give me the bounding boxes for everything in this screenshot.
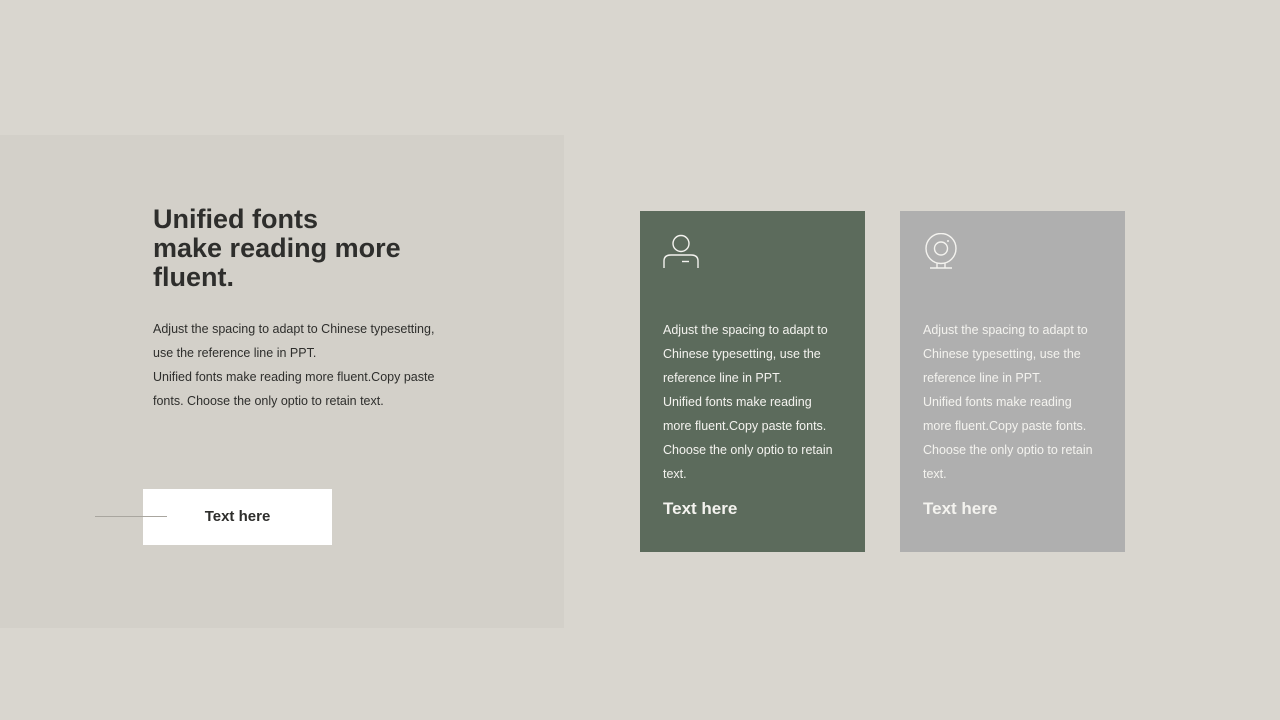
card-line: Unified fonts make reading [923, 395, 1072, 409]
text-here-button[interactable]: Text here [143, 489, 332, 545]
card-line: Chinese typesetting, use the [663, 347, 821, 361]
headline: Unified fonts make reading more fluent. [153, 205, 473, 292]
user-icon [663, 234, 699, 268]
intro-line-4: fonts. Choose the only optio to retain t… [153, 394, 384, 408]
card-line: Choose the only optio to retain [923, 443, 1093, 457]
card-line: more fluent.Copy paste fonts. [663, 419, 827, 433]
card-line: Chinese typesetting, use the [923, 347, 1081, 361]
card-title: Text here [923, 499, 998, 518]
card-line: Adjust the spacing to adapt to [663, 323, 828, 337]
intro-line-1: Adjust the spacing to adapt to Chinese t… [153, 322, 435, 336]
card-line: more fluent.Copy paste fonts. [923, 419, 1087, 433]
headline-line-2: make reading more [153, 233, 401, 263]
card-line: Choose the only optio to retain [663, 443, 833, 457]
webcam-icon [925, 233, 957, 269]
connector-line [95, 516, 167, 517]
card-description: Adjust the spacing to adapt to Chinese t… [663, 318, 843, 486]
feature-card-webcam: Adjust the spacing to adapt to Chinese t… [900, 211, 1125, 552]
headline-line-3: fluent. [153, 262, 234, 292]
card-line: text. [923, 467, 947, 481]
intro-line-2: use the reference line in PPT. [153, 346, 317, 360]
intro-line-3: Unified fonts make reading more fluent.C… [153, 370, 435, 384]
card-line: Unified fonts make reading [663, 395, 812, 409]
feature-card-user: Adjust the spacing to adapt to Chinese t… [640, 211, 865, 552]
card-line: Adjust the spacing to adapt to [923, 323, 1088, 337]
intro-text: Adjust the spacing to adapt to Chinese t… [153, 317, 453, 413]
card-line: text. [663, 467, 687, 481]
card-line: reference line in PPT. [663, 371, 782, 385]
headline-line-1: Unified fonts [153, 204, 318, 234]
slide: Unified fonts make reading more fluent. … [0, 0, 1280, 720]
card-line: reference line in PPT. [923, 371, 1042, 385]
card-title: Text here [663, 499, 738, 518]
card-description: Adjust the spacing to adapt to Chinese t… [923, 318, 1103, 486]
